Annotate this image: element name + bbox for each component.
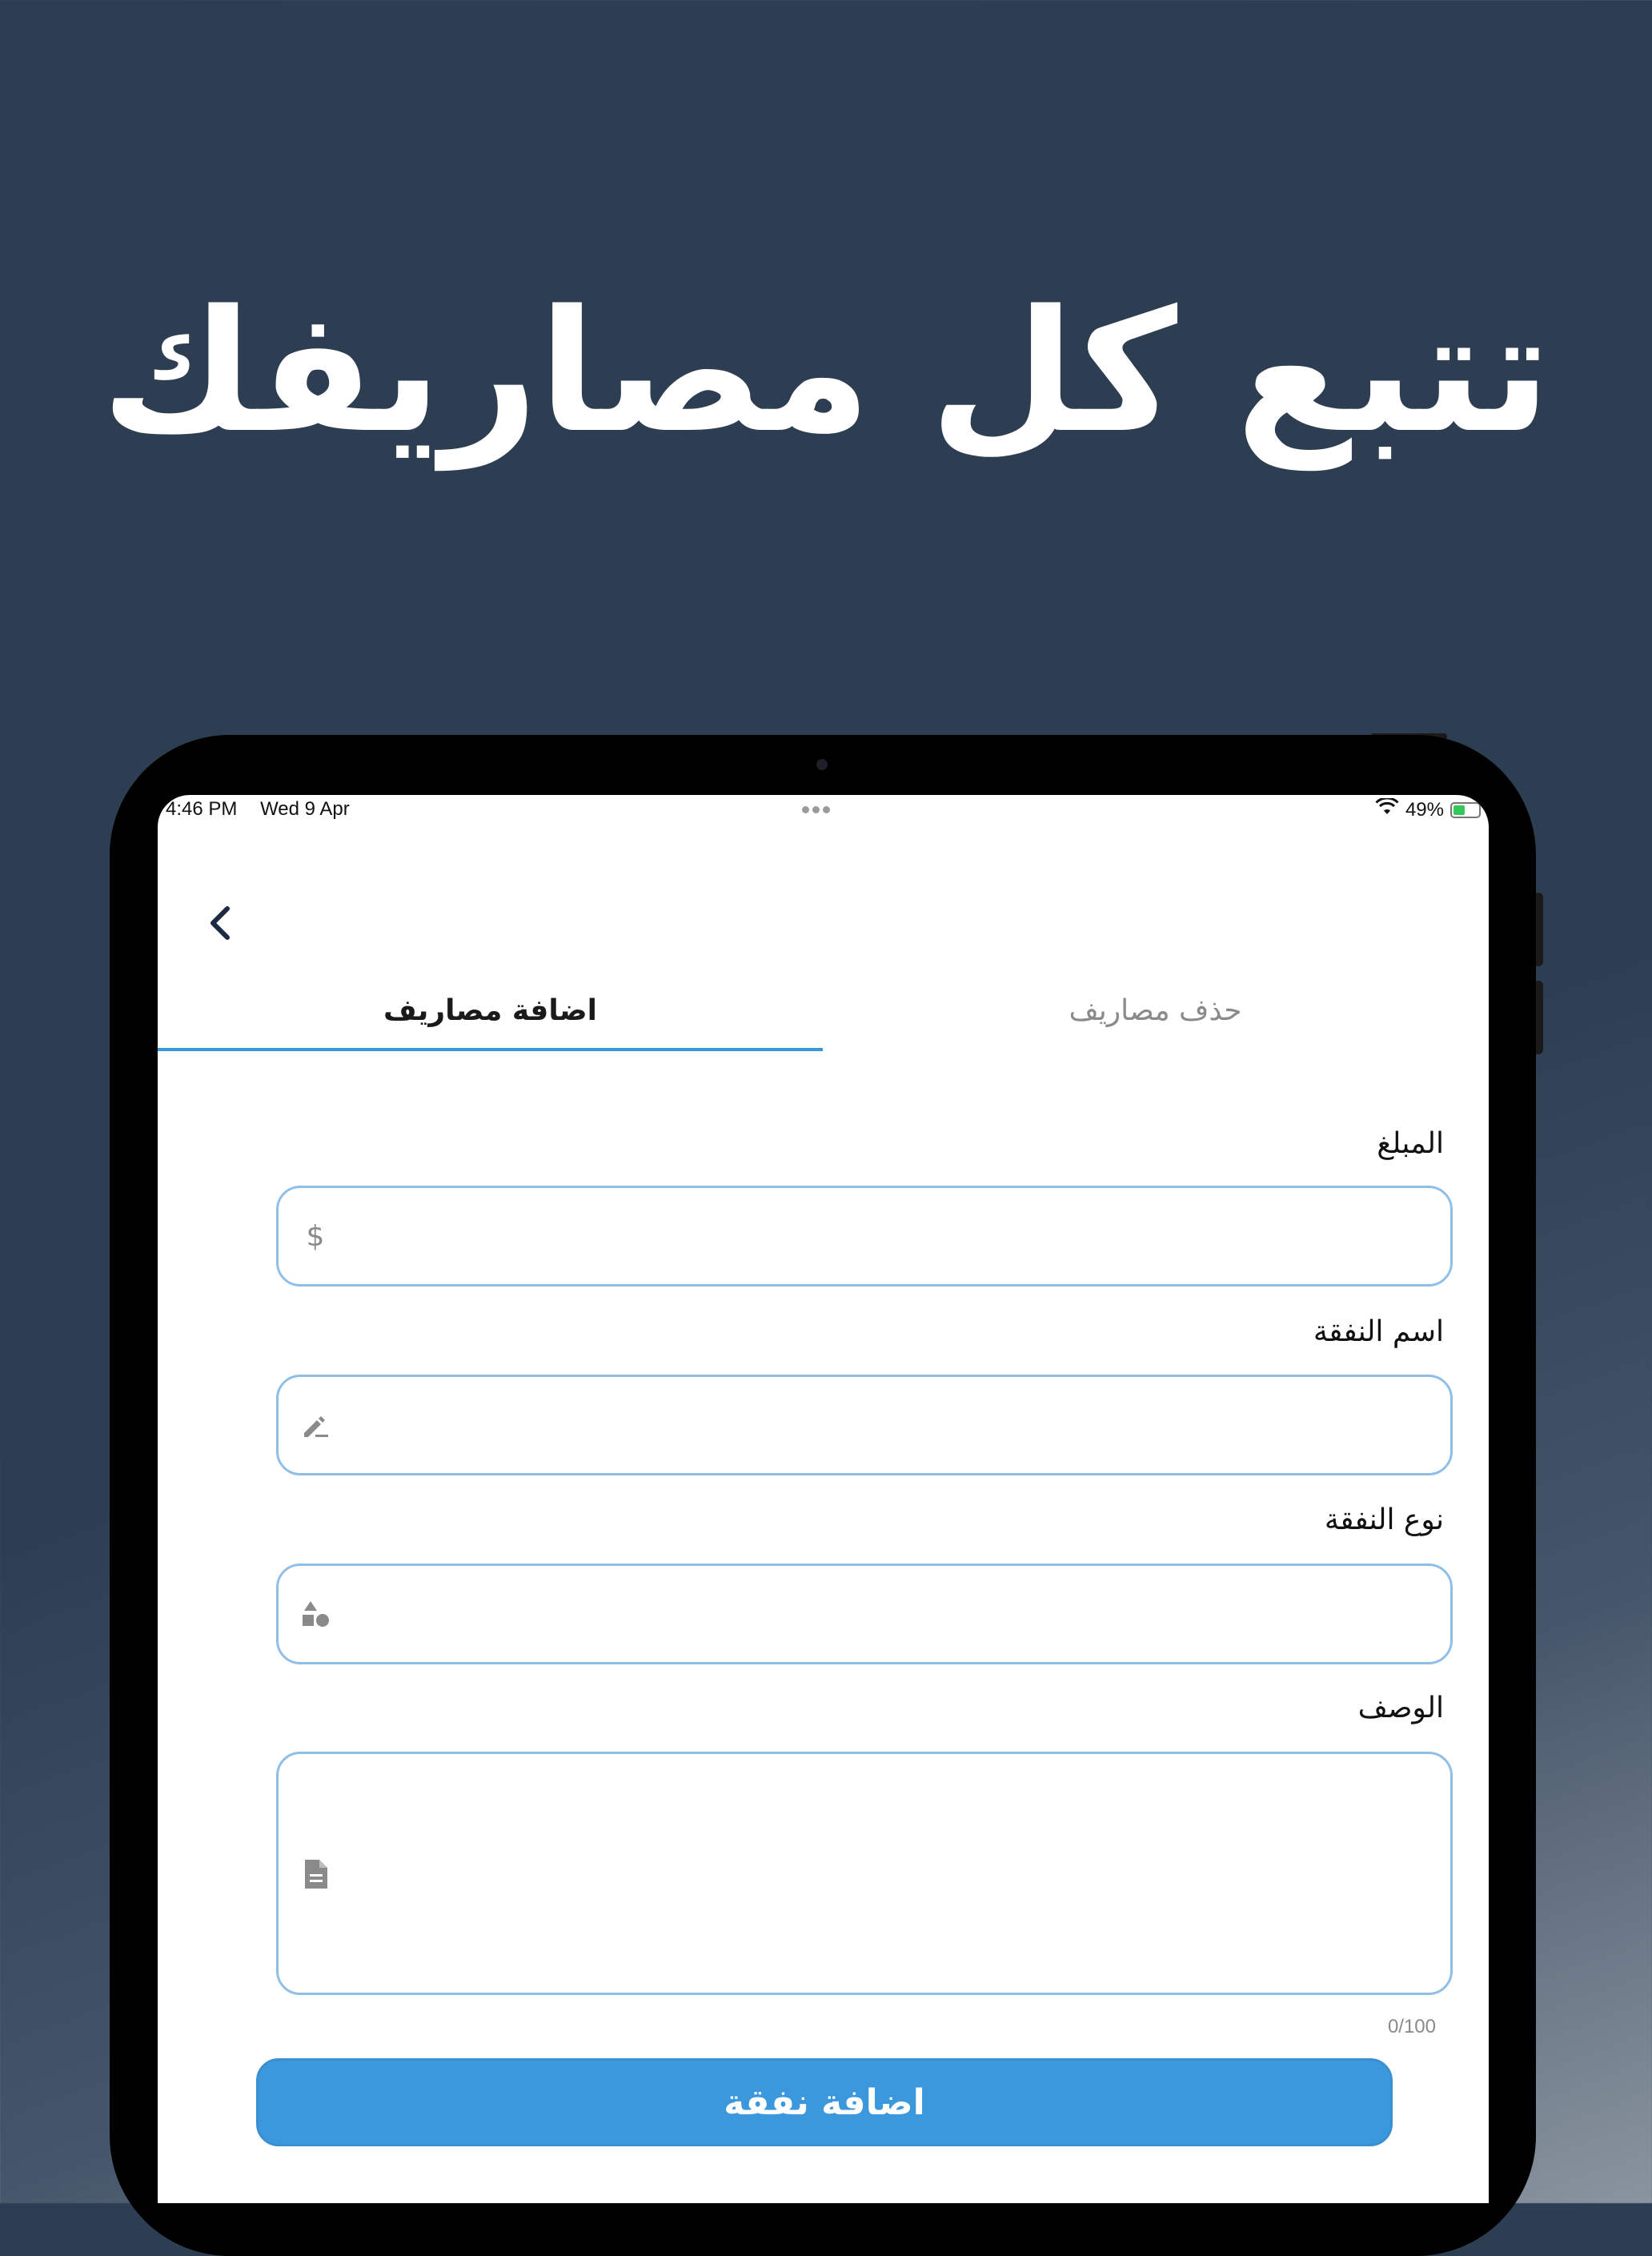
app-screen: 4:46 PM Wed 9 Apr 49% اضافة مصاريف حذف م… xyxy=(158,795,1489,2203)
battery-percent: 49% xyxy=(1405,798,1444,821)
status-date: Wed 9 Apr xyxy=(260,798,350,820)
svg-text:$: $ xyxy=(307,1220,325,1252)
category-icon xyxy=(299,1598,331,1630)
description-char-counter: 0/100 xyxy=(1387,2016,1436,2037)
document-icon xyxy=(299,1858,331,1890)
description-textarea[interactable] xyxy=(351,1754,1431,1996)
description-label: الوصف xyxy=(1357,1692,1444,1724)
amount-input[interactable] xyxy=(351,1188,1431,1286)
promo-headline: تتبع كل مصاريفك xyxy=(101,274,1551,470)
battery-icon xyxy=(1450,801,1481,818)
multitasking-dots-icon[interactable] xyxy=(802,806,830,813)
dollar-icon: $ xyxy=(299,1220,331,1252)
status-right: 49% xyxy=(1375,797,1481,821)
front-camera xyxy=(816,759,828,770)
chevron-left-icon xyxy=(211,906,230,940)
description-field-container[interactable] xyxy=(276,1752,1453,1996)
expense-name-label: اسم النفقة xyxy=(1313,1315,1444,1348)
expense-type-input[interactable] xyxy=(351,1566,1431,1664)
expense-type-field-container[interactable] xyxy=(276,1564,1453,1664)
add-expense-button[interactable]: اضافة نفقة xyxy=(256,2058,1393,2146)
expense-type-label: نوع النفقة xyxy=(1324,1503,1444,1536)
expense-name-input[interactable] xyxy=(351,1377,1431,1475)
tab-delete-expenses[interactable]: حذف مصاريف xyxy=(823,987,1488,1051)
status-time: 4:46 PM xyxy=(166,798,238,820)
wifi-icon xyxy=(1375,797,1399,821)
edit-icon xyxy=(299,1409,331,1441)
status-bar: 4:46 PM Wed 9 Apr 49% xyxy=(158,795,1489,827)
amount-label: المبلغ xyxy=(1377,1127,1444,1160)
back-button[interactable] xyxy=(196,899,244,947)
status-left: 4:46 PM Wed 9 Apr xyxy=(166,798,350,821)
tab-add-expenses[interactable]: اضافة مصاريف xyxy=(158,987,823,1051)
amount-field-container[interactable]: $ xyxy=(276,1186,1453,1287)
expense-name-field-container[interactable] xyxy=(276,1375,1453,1475)
